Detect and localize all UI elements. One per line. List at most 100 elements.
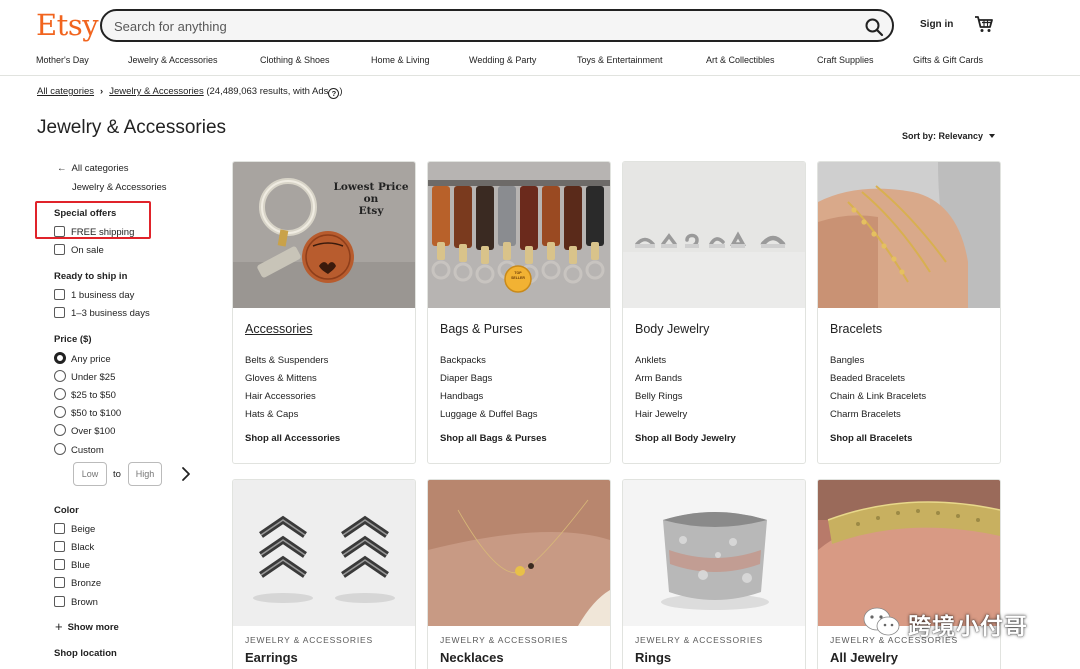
- filter-label: Beige: [71, 524, 96, 535]
- show-more-colors[interactable]: + Show more: [55, 619, 119, 634]
- nav-item-mothers-day[interactable]: Mother's Day: [36, 55, 89, 65]
- checkbox[interactable]: [54, 244, 65, 255]
- help-icon[interactable]: ?: [328, 88, 340, 99]
- checkbox[interactable]: [54, 596, 65, 607]
- nav-item-clothing[interactable]: Clothing & Shoes: [260, 55, 330, 65]
- price-under-25[interactable]: Under $25: [54, 370, 115, 383]
- checkbox[interactable]: [54, 541, 65, 552]
- sign-in-link[interactable]: Sign in: [920, 19, 953, 30]
- checkbox[interactable]: [54, 307, 65, 318]
- color-brown[interactable]: Brown: [54, 596, 98, 608]
- card-title[interactable]: All Jewelry: [830, 650, 898, 665]
- card-subcategory[interactable]: Chain & Link Bracelets: [830, 391, 926, 402]
- color-bronze[interactable]: Bronze: [54, 577, 101, 589]
- breadcrumb-jewelry[interactable]: Jewelry & Accessories: [109, 86, 204, 97]
- card-subcategory[interactable]: Hair Accessories: [245, 391, 316, 402]
- nav-item-gifts[interactable]: Gifts & Gift Cards: [913, 55, 983, 65]
- card-subcategory[interactable]: Arm Bands: [635, 373, 682, 384]
- card-subcategory[interactable]: Handbags: [440, 391, 483, 402]
- card-kicker: JEWELRY & ACCESSORIES: [245, 635, 373, 645]
- category-card-rings[interactable]: JEWELRY & ACCESSORIES Rings: [622, 479, 806, 669]
- filter-label: $25 to $50: [71, 390, 116, 401]
- card-kicker: JEWELRY & ACCESSORIES: [635, 635, 763, 645]
- card-title[interactable]: Bracelets: [830, 322, 882, 336]
- card-subcategory[interactable]: Anklets: [635, 355, 666, 366]
- cart-icon[interactable]: [974, 15, 994, 33]
- card-title[interactable]: Earrings: [245, 650, 298, 665]
- filter-on-sale[interactable]: On sale: [54, 244, 104, 256]
- chevron-right-icon[interactable]: [180, 465, 192, 483]
- card-subcategory[interactable]: Beaded Bracelets: [830, 373, 905, 384]
- nav-item-jewelry[interactable]: Jewelry & Accessories: [128, 55, 218, 65]
- price-over-100[interactable]: Over $100: [54, 424, 115, 437]
- radio[interactable]: [54, 406, 66, 418]
- price-50-100[interactable]: $50 to $100: [54, 406, 121, 419]
- card-subcategory[interactable]: Hats & Caps: [245, 409, 298, 420]
- nav-item-home[interactable]: Home & Living: [371, 55, 430, 65]
- card-title[interactable]: Necklaces: [440, 650, 504, 665]
- radio[interactable]: [54, 370, 66, 382]
- color-heading: Color: [54, 505, 79, 516]
- price-any[interactable]: Any price: [54, 352, 111, 365]
- filter-label: Brown: [71, 597, 98, 608]
- price-low-input[interactable]: [73, 462, 107, 486]
- filter-free-shipping[interactable]: FREE shipping: [54, 226, 134, 238]
- filter-1-day[interactable]: 1 business day: [54, 289, 134, 301]
- radio[interactable]: [54, 443, 66, 455]
- checkbox[interactable]: [54, 523, 65, 534]
- price-custom[interactable]: Custom: [54, 443, 104, 456]
- card-subcategory[interactable]: Belly Rings: [635, 391, 683, 402]
- card-subcategory[interactable]: Gloves & Mittens: [245, 373, 317, 384]
- card-title[interactable]: Accessories: [245, 322, 312, 336]
- card-subcategory[interactable]: Hair Jewelry: [635, 409, 687, 420]
- card-subcategory[interactable]: Bangles: [830, 355, 864, 366]
- card-title[interactable]: Rings: [635, 650, 671, 665]
- caption-line: Lowest Price: [333, 181, 409, 193]
- checkbox[interactable]: [54, 289, 65, 300]
- sort-dropdown[interactable]: Sort by: Relevancy: [902, 131, 996, 141]
- card-title[interactable]: Body Jewelry: [635, 322, 709, 336]
- filter-1-3-days[interactable]: 1–3 business days: [54, 307, 150, 319]
- card-subcategory[interactable]: Backpacks: [440, 355, 486, 366]
- search-input[interactable]: [114, 17, 834, 35]
- category-card-bags[interactable]: TOP SELLER Bags & Purses Backpacks Diape…: [427, 161, 611, 464]
- breadcrumb-all-categories[interactable]: All categories: [37, 86, 94, 97]
- shop-all-link[interactable]: Shop all Body Jewelry: [635, 433, 736, 444]
- results-count-end: ): [339, 86, 343, 97]
- shop-all-link[interactable]: Shop all Bags & Purses: [440, 433, 547, 444]
- card-subcategory[interactable]: Charm Bracelets: [830, 409, 901, 420]
- category-card-earrings[interactable]: JEWELRY & ACCESSORIES Earrings: [232, 479, 416, 669]
- wechat-watermark: 跨境小付哥: [862, 604, 1048, 640]
- price-high-input[interactable]: [128, 462, 162, 486]
- card-subcategory[interactable]: Luggage & Duffel Bags: [440, 409, 538, 420]
- nav-item-craft[interactable]: Craft Supplies: [817, 55, 874, 65]
- color-blue[interactable]: Blue: [54, 559, 90, 571]
- category-card-body-jewelry[interactable]: Body Jewelry Anklets Arm Bands Belly Rin…: [622, 161, 806, 464]
- shop-all-link[interactable]: Shop all Bracelets: [830, 433, 912, 444]
- category-card-bracelets[interactable]: Bracelets Bangles Beaded Bracelets Chain…: [817, 161, 1001, 464]
- radio[interactable]: [54, 424, 66, 436]
- checkbox[interactable]: [54, 559, 65, 570]
- category-card-necklaces[interactable]: JEWELRY & ACCESSORIES Necklaces: [427, 479, 611, 669]
- checkbox[interactable]: [54, 226, 65, 237]
- search-icon[interactable]: [864, 17, 884, 37]
- card-subcategory[interactable]: Belts & Suspenders: [245, 355, 328, 366]
- rings-image: [623, 480, 805, 626]
- category-card-accessories[interactable]: Lowest Price on Etsy Accessories Belts &…: [232, 161, 416, 464]
- nav-item-toys[interactable]: Toys & Entertainment: [577, 55, 663, 65]
- shop-all-link[interactable]: Shop all Accessories: [245, 433, 340, 444]
- radio[interactable]: [54, 388, 66, 400]
- card-subcategory[interactable]: Diaper Bags: [440, 373, 492, 384]
- card-title[interactable]: Bags & Purses: [440, 322, 523, 336]
- back-all-categories[interactable]: ← All categories: [57, 163, 129, 174]
- etsy-logo[interactable]: Etsy: [36, 8, 99, 42]
- color-black[interactable]: Black: [54, 541, 94, 553]
- nav-item-art[interactable]: Art & Collectibles: [706, 55, 775, 65]
- price-25-50[interactable]: $25 to $50: [54, 388, 116, 401]
- badge-line: SELLER: [511, 276, 525, 280]
- price-heading: Price ($): [54, 334, 92, 345]
- checkbox[interactable]: [54, 577, 65, 588]
- radio-selected[interactable]: [54, 352, 66, 364]
- color-beige[interactable]: Beige: [54, 523, 95, 535]
- nav-item-wedding[interactable]: Wedding & Party: [469, 55, 536, 65]
